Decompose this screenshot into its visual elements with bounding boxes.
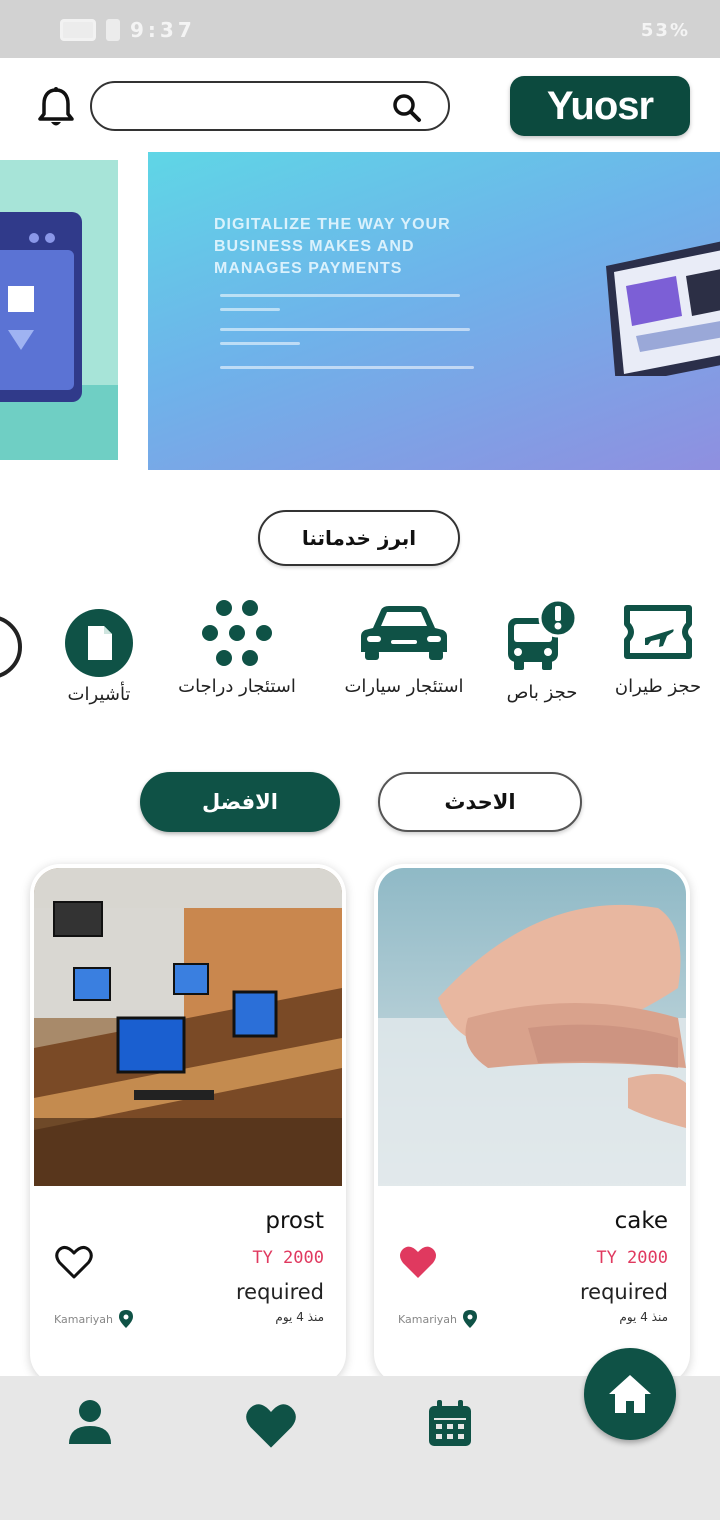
- status-battery-text: 53%: [640, 20, 690, 41]
- favorite-heart-icon[interactable]: [398, 1242, 438, 1282]
- banner-text-line: [220, 308, 280, 311]
- location-text: Kamariyah: [54, 1312, 114, 1326]
- banner-slide-previous[interactable]: [0, 160, 118, 460]
- service-bike-rental[interactable]: استئجار دراجات: [168, 600, 306, 712]
- bell-icon[interactable]: [36, 86, 76, 130]
- plane-ticket-icon: [624, 605, 692, 659]
- banner-text-line: [220, 342, 300, 345]
- search-input[interactable]: [112, 91, 382, 121]
- product-location: Kamariyah: [398, 1310, 478, 1328]
- home-icon: [609, 1375, 651, 1413]
- brand-logo[interactable]: Yuosr: [510, 76, 690, 136]
- product-location: Kamariyah: [54, 1310, 134, 1328]
- calendar-icon[interactable]: [425, 1398, 475, 1448]
- service-label: استئجار دراجات: [178, 676, 296, 697]
- status-left: 9:37: [60, 18, 196, 42]
- tab-best[interactable]: الافضل: [140, 772, 340, 832]
- favorite-heart-outline-icon[interactable]: [54, 1242, 94, 1282]
- service-more[interactable]: [0, 602, 24, 712]
- product-image[interactable]: [378, 868, 686, 1186]
- service-flight-booking[interactable]: حجز طيران: [610, 602, 706, 712]
- partial-service-icon: [0, 616, 22, 678]
- profile-icon[interactable]: [65, 1398, 115, 1448]
- location-pin-icon: [119, 1310, 134, 1328]
- bus-alert-icon: [508, 598, 578, 670]
- product-price: TY 2000: [252, 1248, 324, 1268]
- service-label: حجز باص: [506, 682, 578, 703]
- service-label: حجز طيران: [614, 676, 702, 697]
- product-card[interactable]: prost TY 2000 required Kamariyah منذ 4 ي…: [30, 864, 346, 1384]
- banner-text-line: [220, 366, 474, 369]
- heart-icon[interactable]: [244, 1398, 298, 1452]
- location-pin-icon: [463, 1310, 478, 1328]
- location-text: Kamariyah: [398, 1312, 458, 1326]
- cake-photo: [378, 868, 686, 1186]
- sim-icon: [106, 19, 120, 41]
- car-icon: [361, 606, 447, 660]
- status-time: 9:37: [130, 18, 196, 42]
- banner-text-line: [220, 328, 470, 331]
- product-card[interactable]: cake TY 2000 required Kamariyah منذ 4 يو…: [374, 864, 690, 1384]
- tab-newest[interactable]: الاحدث: [378, 772, 582, 832]
- brand-logo-text: Yuosr: [546, 83, 654, 128]
- services-title: ابرز خدماتنا: [258, 510, 460, 566]
- banner-title: DIGITALIZE THE WAY YOUR BUSINESS MAKES A…: [214, 216, 451, 277]
- service-visas[interactable]: تأشيرات: [54, 602, 144, 712]
- document-icon: [65, 609, 133, 677]
- product-price: TY 2000: [596, 1248, 668, 1268]
- product-time: منذ 4 يوم: [275, 1310, 324, 1324]
- search-icon[interactable]: [392, 93, 422, 123]
- search-bar[interactable]: [90, 81, 450, 131]
- battery-icon: [60, 19, 96, 41]
- service-car-rental[interactable]: استئجار سيارات: [334, 602, 474, 712]
- service-label: استئجار سيارات: [344, 676, 464, 697]
- home-button[interactable]: [584, 1348, 676, 1440]
- product-status: required: [580, 1280, 668, 1304]
- service-label: تأشيرات: [67, 684, 131, 705]
- header: Yuosr: [0, 58, 720, 154]
- banner-text-line: [220, 294, 460, 297]
- product-image[interactable]: [34, 868, 342, 1186]
- computer-lab-photo: [34, 868, 342, 1186]
- product-time: منذ 4 يوم: [619, 1310, 668, 1324]
- bike-dots-icon: [202, 600, 272, 666]
- app-window-illustration: [0, 160, 118, 460]
- product-title: cake: [614, 1208, 668, 1234]
- product-status: required: [236, 1280, 324, 1304]
- banner-slide-current[interactable]: DIGITALIZE THE WAY YOUR BUSINESS MAKES A…: [148, 152, 720, 470]
- monitor-illustration: [606, 241, 720, 376]
- status-bar: 9:37 53%: [0, 0, 720, 58]
- service-bus-booking[interactable]: حجز باص: [494, 598, 590, 712]
- product-title: prost: [265, 1208, 324, 1234]
